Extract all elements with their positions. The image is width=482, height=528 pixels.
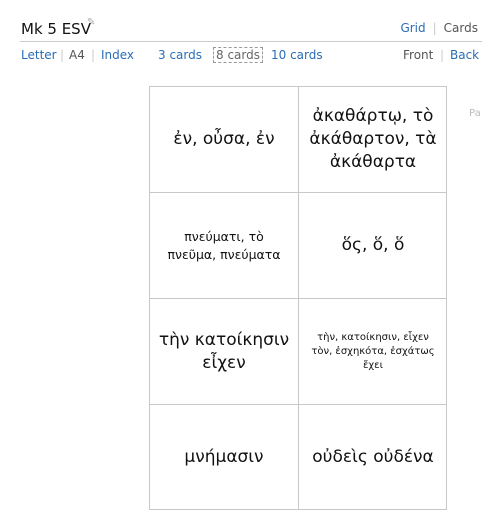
flashcard-page: Mk 5 ESV ✎ Grid | Cards Letter | A4 | In…: [0, 0, 482, 528]
ten-cards-link[interactable]: 10 cards: [271, 48, 323, 62]
edit-pencil-icon[interactable]: ✎: [87, 17, 95, 28]
a4-size-label: A4: [69, 48, 85, 62]
flashcard[interactable]: ὅς, ὅ, ὅ: [299, 193, 447, 299]
cards-view-label: Cards: [443, 21, 478, 35]
print-toolbar: Letter | A4 | Index 3 cards 8 cards 10 c…: [0, 47, 482, 68]
flashcard[interactable]: ἀκαθάρτῳ, τὸ ἀκάθαρτον, τὰ ἀκάθαρτα: [299, 87, 447, 193]
toolbar-separator: |: [440, 48, 445, 62]
flashcard[interactable]: μνήμασιν: [150, 405, 299, 509]
page-side-label: Pa: [469, 108, 481, 119]
view-mode-nav: Grid | Cards: [400, 21, 478, 35]
flashcard[interactable]: οὐδεὶς οὐδένα: [299, 405, 447, 509]
page-title: Mk 5 ESV: [21, 20, 91, 38]
toolbar-separator: |: [60, 48, 65, 62]
nav-separator: |: [432, 21, 437, 35]
flashcard[interactable]: πνεύματι, τὸ πνεῦμα, πνεύματα: [150, 193, 299, 299]
flashcard[interactable]: ἐν, οὖσα, ἐν: [150, 87, 299, 193]
eight-cards-selected: 8 cards: [213, 47, 263, 63]
letter-size-link[interactable]: Letter: [21, 48, 57, 62]
flashcard[interactable]: τὴν, κατοίκησιν, εἶχεν τὸν, ἐσχηκότα, ἐσ…: [299, 299, 447, 405]
flashcard[interactable]: τὴν κατοίκησιν εἶχεν: [150, 299, 299, 405]
front-side-label: Front: [403, 48, 434, 62]
toolbar-separator: |: [91, 48, 96, 62]
card-grid: ἐν, οὖσα, ἐν ἀκαθάρτῳ, τὸ ἀκάθαρτον, τὰ …: [149, 86, 447, 510]
index-size-link[interactable]: Index: [101, 48, 134, 62]
three-cards-link[interactable]: 3 cards: [158, 48, 202, 62]
header-divider: [20, 41, 482, 42]
grid-view-link[interactable]: Grid: [400, 21, 425, 35]
back-side-link[interactable]: Back: [450, 48, 479, 62]
